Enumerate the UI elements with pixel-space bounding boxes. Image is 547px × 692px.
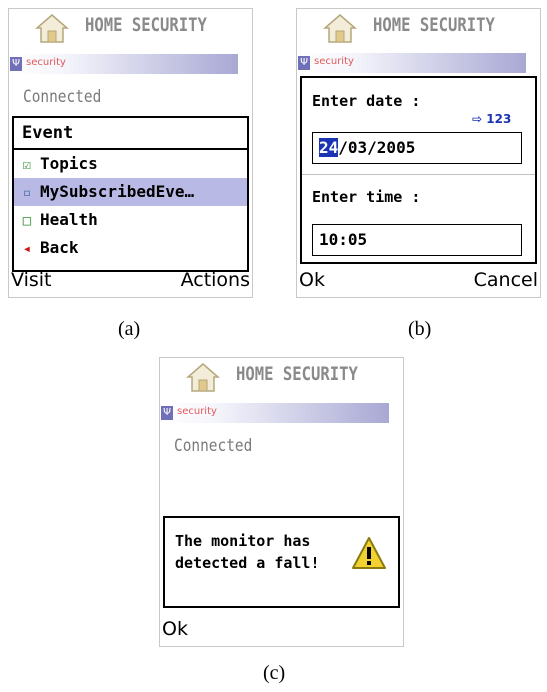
date-day-segment[interactable]: 24	[319, 138, 339, 157]
security-bar: Ψ security	[10, 54, 238, 74]
time-input[interactable]: 10:05	[312, 224, 522, 256]
menu-item-label: Back	[40, 238, 79, 257]
caption-b: (b)	[408, 318, 432, 340]
menu-item-label: MySubscribedEve…	[40, 182, 195, 201]
connection-status: Connected	[23, 87, 102, 107]
menu-item-health[interactable]: □ Health	[14, 206, 247, 234]
actions-softkey[interactable]: Actions	[181, 269, 250, 291]
warning-icon	[352, 537, 386, 569]
app-header: HOME SECURITY	[297, 9, 540, 51]
date-rest: /03/2005	[338, 138, 416, 157]
square-icon: ▫	[22, 185, 32, 201]
fall-alert-dialog: The monitor has detected a fall!	[163, 516, 400, 608]
softkeys: Ok Cancel	[297, 267, 540, 297]
input-mode-label: 123	[486, 112, 512, 126]
phone-screen-b: HOME SECURITY Ψ security Enter date : ⇨ …	[296, 8, 541, 298]
house-icon	[323, 14, 357, 43]
menu-item-label: Health	[40, 210, 98, 229]
app-header: HOME SECURITY	[9, 9, 252, 51]
antenna-icon: Ψ	[298, 56, 310, 70]
pencil-icon: ⇨	[472, 112, 483, 126]
checkbox-checked-icon: ☑	[22, 157, 32, 173]
cancel-softkey[interactable]: Cancel	[474, 269, 538, 291]
date-input[interactable]: 24/03/2005	[312, 132, 522, 164]
time-label: Enter time :	[312, 188, 421, 206]
menu-header: Event	[14, 118, 247, 150]
visit-softkey[interactable]: Visit	[11, 269, 52, 291]
menu-item-mysubscribedevents[interactable]: ▫ MySubscribedEve…	[14, 178, 247, 206]
back-arrow-icon: ◂	[22, 241, 32, 257]
caption-a: (a)	[118, 318, 141, 340]
phone-screen-a: HOME SECURITY Ψ security Connected Event…	[8, 8, 253, 298]
security-bar: Ψ security	[298, 53, 526, 73]
softkeys: Ok	[160, 616, 403, 646]
menu-item-topics[interactable]: ☑ Topics	[14, 150, 247, 178]
ok-softkey[interactable]: Ok	[299, 269, 325, 291]
antenna-icon: Ψ	[10, 57, 22, 71]
app-title: HOME SECURITY	[236, 363, 358, 385]
divider	[302, 174, 535, 175]
caption-c: (c)	[263, 662, 286, 684]
date-label: Enter date :	[312, 92, 421, 110]
app-title: HOME SECURITY	[373, 14, 495, 36]
connection-status: Connected	[174, 436, 253, 456]
softkeys: Visit Actions	[9, 267, 252, 297]
house-icon	[35, 14, 69, 43]
input-mode-indicator: ⇨ 123	[472, 112, 511, 126]
ok-softkey[interactable]: Ok	[162, 618, 188, 640]
app-header: HOME SECURITY	[160, 358, 403, 400]
app-title: HOME SECURITY	[85, 14, 207, 36]
security-label: security	[26, 57, 66, 68]
square-icon: □	[22, 213, 32, 229]
date-time-form: Enter date : ⇨ 123 24/03/2005 Enter time…	[300, 76, 537, 264]
security-label: security	[314, 56, 354, 67]
menu-item-back[interactable]: ◂ Back	[14, 234, 247, 262]
antenna-icon: Ψ	[161, 406, 173, 420]
security-label: security	[177, 406, 217, 417]
alert-message: The monitor has detected a fall!	[175, 532, 320, 572]
menu-item-label: Topics	[40, 154, 98, 173]
security-bar: Ψ security	[161, 403, 389, 423]
event-menu: Event ☑ Topics ▫ MySubscribedEve… □ Health …	[12, 116, 249, 272]
phone-screen-c: HOME SECURITY Ψ security Connected The m…	[159, 357, 404, 647]
house-icon	[186, 363, 220, 392]
